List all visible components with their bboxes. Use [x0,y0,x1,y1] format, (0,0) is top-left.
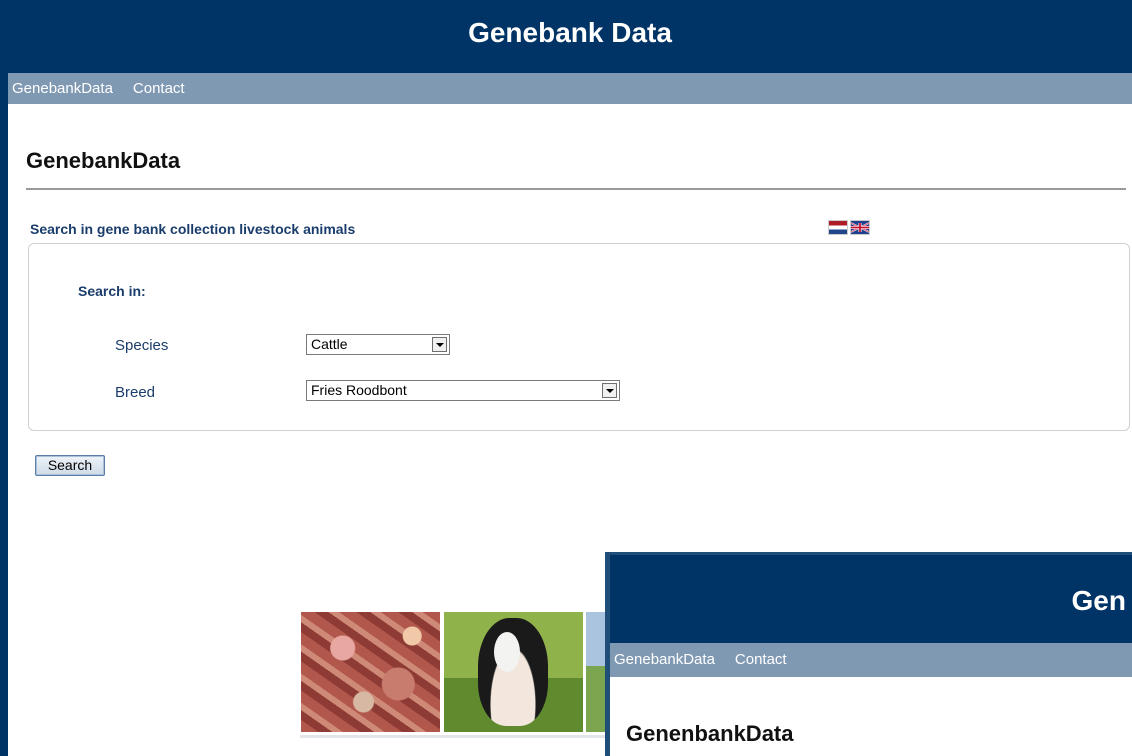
page-title: GenebankData [26,148,181,173]
search-panel [28,243,1130,431]
dropdown-arrow-icon[interactable] [432,337,447,352]
species-select[interactable]: Cattle [306,334,450,355]
dropdown-arrow-icon[interactable] [602,383,617,398]
nav-item-contact[interactable]: Contact [133,73,185,104]
photo-strip-border [300,735,618,738]
search-in-label: Search in: [78,283,146,299]
cells-photo [301,612,440,732]
second-nav-item-genebankdata[interactable]: GenebankData [614,643,715,677]
nav-bar: GenebankData Contact [8,73,1132,104]
species-select-value: Cattle [311,336,348,352]
breed-select[interactable]: Fries Roodbont [306,380,620,401]
second-site-header: Gen [610,555,1132,643]
title-divider [26,188,1126,190]
dutch-flag-icon[interactable] [828,220,848,235]
second-page-title: GenenbankData [626,721,794,746]
second-window: Gen GenebankData Contact GenenbankData [605,552,1132,756]
second-nav-bar: GenebankData Contact [610,643,1132,677]
breed-select-value: Fries Roodbont [311,382,407,398]
second-nav-item-contact[interactable]: Contact [735,643,787,677]
language-selector [828,220,870,235]
search-button[interactable]: Search [35,455,105,476]
cow-photo [444,612,583,732]
search-heading: Search in gene bank collection livestock… [30,221,356,237]
site-header: Genebank Data [8,0,1132,73]
uk-flag-icon[interactable] [850,220,870,235]
nav-item-genebankdata[interactable]: GenebankData [12,73,113,104]
breed-label: Breed [115,384,156,401]
species-label: Species [115,337,169,354]
cow-patch-shape [494,632,520,672]
